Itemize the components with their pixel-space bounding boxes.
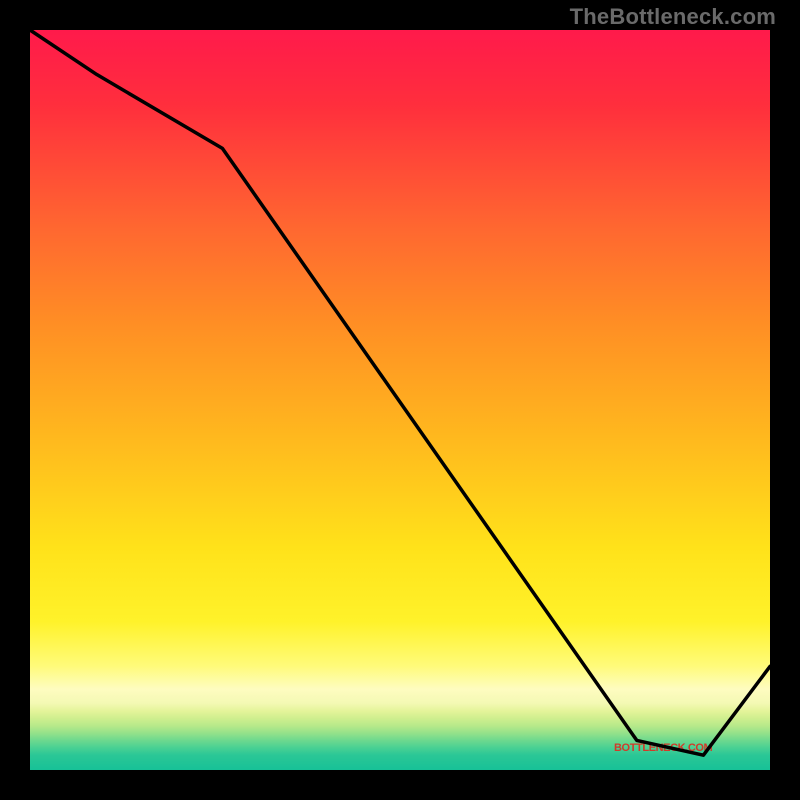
watermark-text: TheBottleneck.com xyxy=(570,4,776,30)
curve-line xyxy=(30,30,770,755)
plot-area: BOTTLENECK.COM xyxy=(30,30,770,770)
line-overlay xyxy=(30,30,770,770)
chart-container: TheBottleneck.com BOTTLENECK.COM xyxy=(0,0,800,800)
